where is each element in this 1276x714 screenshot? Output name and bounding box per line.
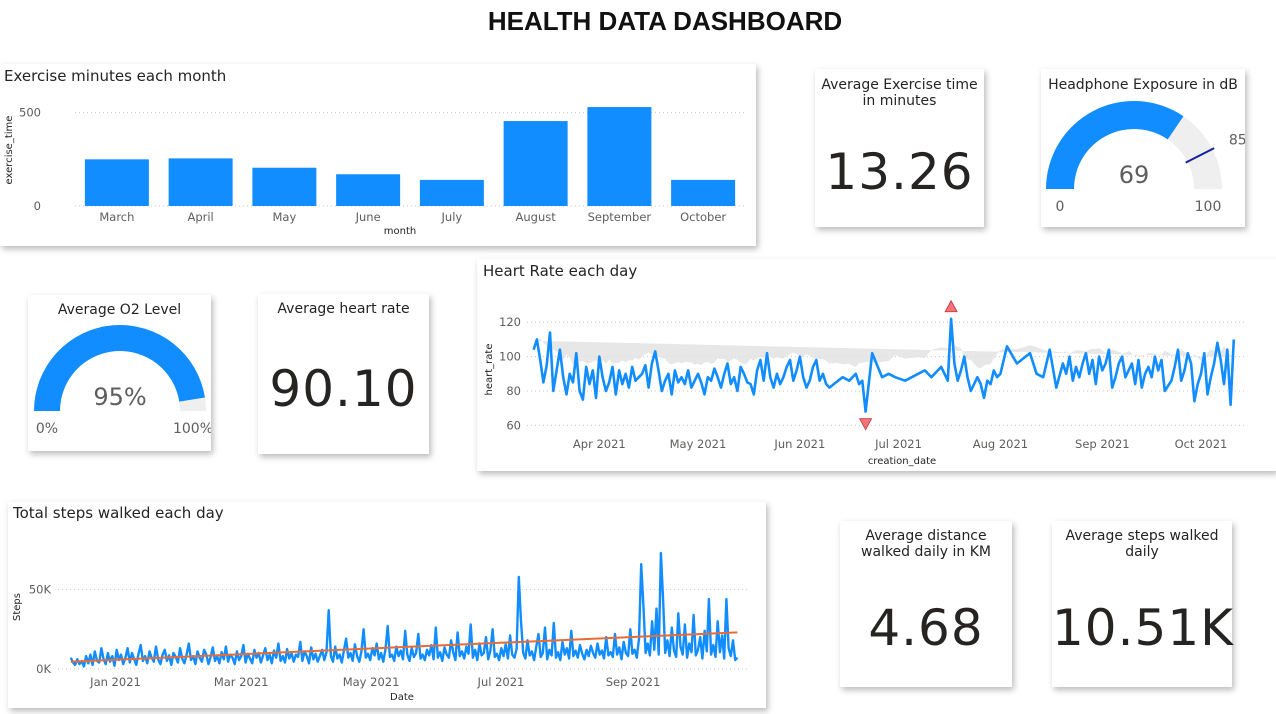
y-tick-label: 60 [506, 418, 521, 432]
x-axis-title: month [384, 226, 416, 237]
kpi-steps-label: Average steps walked daily [1065, 528, 1219, 560]
x-tick-label: Apr 2021 [573, 437, 626, 451]
x-axis-title: creation_date [868, 456, 936, 467]
gauge-min-label: 0 [1056, 199, 1065, 215]
y-tick-label: 0K [36, 662, 51, 676]
gauge-min-label: 0% [36, 421, 58, 437]
bar [419, 179, 484, 206]
anomaly-max-marker [944, 299, 958, 313]
x-axis-title: Date [390, 692, 414, 703]
x-tick-label: August [516, 210, 557, 224]
o2-gauge[interactable]: 95% 0% 100% [28, 295, 211, 451]
bar [84, 159, 149, 206]
y-tick-label: 120 [499, 315, 521, 329]
gauge-max-label: 100 [1195, 199, 1222, 215]
x-tick-label: Mar 2021 [214, 675, 269, 689]
y-tick-label: 0 [34, 199, 41, 213]
x-tick-label: October [680, 210, 726, 224]
x-tick-label: Jul 2021 [477, 675, 525, 689]
exercise-bar-chart[interactable]: 0 500 March April May June July August September… [0, 64, 756, 246]
kpi-exercise-label: Average Exercise time in minutes [821, 77, 978, 109]
kpi-exercise-card[interactable]: Average Exercise time in minutes 13.26 [815, 69, 984, 227]
y-tick-label: 80 [506, 384, 521, 398]
x-tick-label: April [187, 210, 213, 224]
heart-rate-line [532, 317, 1236, 413]
page-title: HEALTH DATA DASHBOARD [487, 6, 843, 36]
kpi-heart-card[interactable]: Average heart rate 90.10 [258, 294, 429, 454]
x-tick-label: Sep 2021 [1075, 437, 1130, 451]
steps-line [69, 551, 739, 668]
x-tick-label: Oct 2021 [1175, 437, 1228, 451]
bar [503, 121, 568, 206]
kpi-distance-value: 4.68 [868, 599, 984, 657]
x-tick-label: September [588, 210, 652, 224]
y-axis-title: Steps [12, 593, 23, 621]
y-tick-label: 500 [19, 106, 41, 120]
gauge-fill [1046, 101, 1184, 189]
gauge-value: 95% [93, 383, 146, 411]
kpi-steps-card[interactable]: Average steps walked daily 10.51K [1052, 521, 1234, 687]
gauge-target-label: 85 [1229, 133, 1245, 149]
exercise-chart-card[interactable]: Exercise minutes each month 0 500 March Apr… [0, 64, 756, 246]
kpi-exercise-value: 13.26 [825, 143, 974, 201]
gauge-value: 69 [1119, 161, 1150, 189]
y-axis-title: heart_rate [484, 344, 495, 396]
x-tick-label: May 2021 [343, 675, 400, 689]
bar [168, 158, 233, 206]
x-tick-label: Aug 2021 [973, 437, 1028, 451]
kpi-heart-label: Average heart rate [277, 301, 410, 317]
x-tick-label: Jun 2021 [773, 437, 825, 451]
bar [336, 174, 401, 206]
kpi-distance-card[interactable]: Average distance walked daily in KM 4.68 [840, 521, 1012, 687]
y-tick-label: 100 [499, 350, 521, 364]
y-axis-title: exercise_time [4, 116, 15, 185]
headphone-gauge[interactable]: 69 0 100 85 [1041, 69, 1245, 227]
bar [671, 179, 736, 206]
x-tick-label: June [355, 210, 381, 224]
kpi-distance-label: Average distance walked daily in KM [861, 528, 991, 560]
gauge-max-label: 100% [173, 421, 211, 437]
bar [252, 167, 317, 206]
x-tick-label: Jan 2021 [89, 675, 141, 689]
x-tick-label: Sep 2021 [606, 675, 661, 689]
heart-rate-line-chart[interactable]: 60 80 100 120 Apr 2021 May 2021 Jun 2021 Jul 20… [477, 259, 1276, 471]
x-tick-label: March [99, 210, 134, 224]
x-tick-label: May 2021 [670, 437, 727, 451]
anomaly-band [533, 337, 1234, 369]
heart-chart-card[interactable]: Heart Rate each day 60 80 100 120 Apr 2021 Ma… [477, 259, 1276, 471]
bar [587, 107, 652, 206]
x-tick-label: Jul 2021 [874, 437, 922, 451]
steps-line-chart[interactable]: 0K 50K Jan 2021 Mar 2021 May 2021 Jul 2021 Sep… [8, 502, 766, 708]
headphone-gauge-card[interactable]: Headphone Exposure in dB 69 0 100 85 [1041, 69, 1245, 227]
kpi-heart-value: 90.10 [269, 360, 418, 418]
y-tick-label: 50K [29, 583, 52, 597]
x-tick-label: July [441, 210, 463, 224]
x-tick-label: May [272, 210, 296, 224]
o2-gauge-card[interactable]: Average O2 Level 95% 0% 100% [28, 295, 211, 451]
anomaly-min-marker [858, 418, 873, 431]
steps-chart-card[interactable]: Total steps walked each day 0K 50K Jan 202… [8, 502, 766, 708]
kpi-steps-value: 10.51K [1052, 599, 1234, 657]
